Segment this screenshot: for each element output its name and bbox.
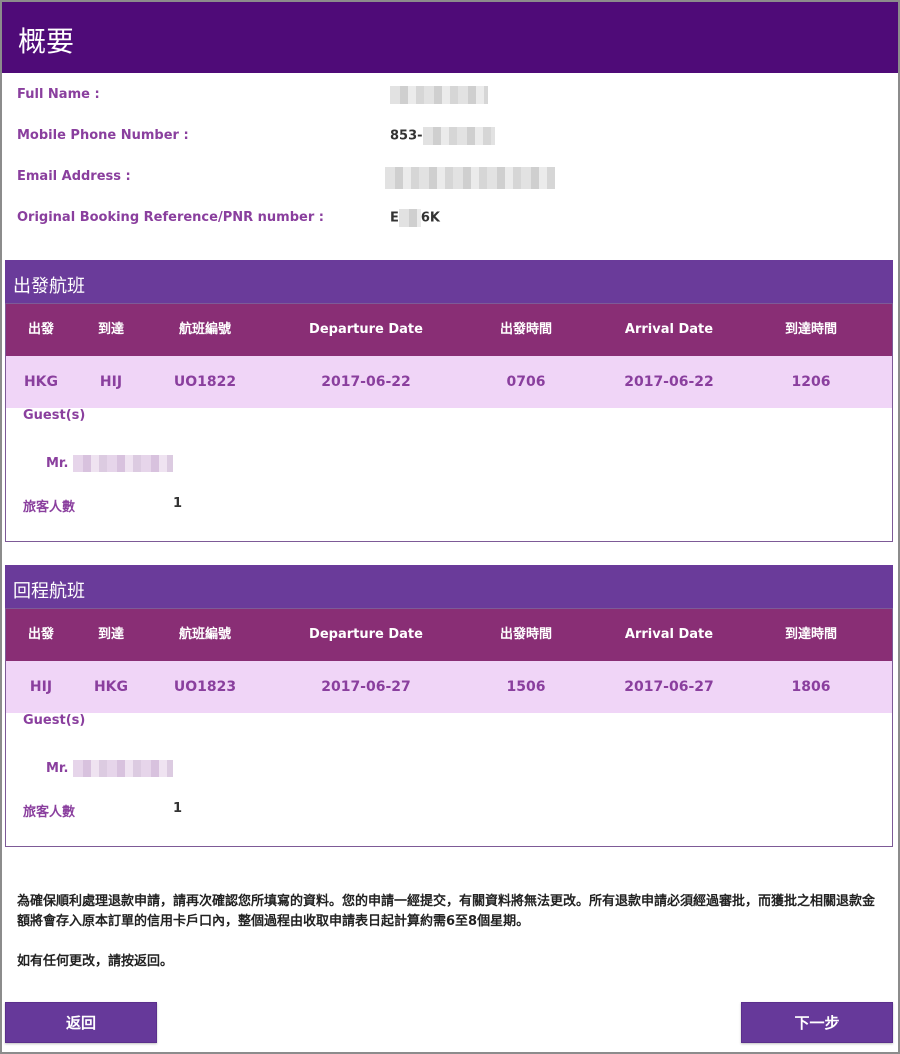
- outbound-section-header: 出發航班: [5, 260, 893, 303]
- mobile-prefix: 853-: [390, 128, 423, 144]
- mobile-value: 853-: [390, 127, 495, 145]
- inbound-flight-box: 出發 到達 航班編號 Departure Date 出發時間 Arrival D…: [5, 608, 893, 847]
- cell-flight-no: UO1823: [173, 679, 237, 695]
- col-departure-date: Departure Date: [309, 627, 423, 642]
- cell-departure-date: 2017-06-22: [321, 374, 411, 390]
- back-button[interactable]: 返回: [5, 1002, 157, 1043]
- email-value: [385, 167, 555, 189]
- page-title: 概要: [18, 25, 75, 58]
- col-departure-time: 出發時間: [499, 322, 552, 337]
- outbound-guest-name: Mr.: [46, 455, 173, 472]
- email-row: Email Address :: [17, 167, 877, 189]
- cell-arrive: HKG: [93, 679, 129, 695]
- outbound-table-header: 出發 到達 航班編號 Departure Date 出發時間 Arrival D…: [6, 304, 892, 356]
- inbound-table-header: 出發 到達 航班編號 Departure Date 出發時間 Arrival D…: [6, 609, 892, 661]
- cell-departure-date: 2017-06-27: [321, 679, 411, 695]
- col-arrival-time: 到達時間: [784, 627, 837, 642]
- pnr-row: Original Booking Reference/PNR number : …: [17, 209, 877, 230]
- page-header: 概要: [2, 2, 898, 73]
- pnr-label: Original Booking Reference/PNR number :: [17, 210, 324, 225]
- cell-arrival-date: 2017-06-22: [624, 374, 714, 390]
- mobile-label: Mobile Phone Number :: [17, 128, 189, 143]
- outbound-guests-label: Guest(s): [23, 408, 86, 423]
- col-flight-no: 航班編號: [178, 627, 231, 642]
- cell-arrive: HIJ: [99, 374, 123, 390]
- cell-depart: HIJ: [29, 679, 53, 695]
- cell-flight-no: UO1822: [173, 374, 237, 390]
- pnr-start: E: [390, 210, 399, 226]
- inbound-guest-name: Mr.: [46, 760, 173, 777]
- cell-depart: HKG: [23, 374, 59, 390]
- col-arrival-date: Arrival Date: [624, 627, 714, 642]
- mobile-row: Mobile Phone Number : 853-: [17, 127, 877, 148]
- change-notice: 如有任何更改，請按返回。: [17, 954, 174, 969]
- cell-departure-time: 0706: [506, 374, 546, 390]
- col-depart: 出發: [27, 322, 54, 337]
- guest-title: Mr.: [46, 761, 69, 776]
- email-label: Email Address :: [17, 169, 131, 184]
- inbound-count-value: 1: [173, 801, 183, 816]
- next-button[interactable]: 下一步: [741, 1002, 893, 1043]
- col-depart: 出發: [27, 627, 54, 642]
- refund-notice: 為確保順利處理退款申請，請再次確認您所填寫的資料。您的申請一經提交，有關資料將無…: [17, 894, 876, 929]
- outbound-count-value: 1: [173, 496, 183, 511]
- pnr-end: 6K: [420, 210, 441, 226]
- col-departure-time: 出發時間: [499, 627, 552, 642]
- inbound-section-title: 回程航班: [13, 581, 85, 602]
- full-name-row: Full Name :: [17, 86, 877, 107]
- inbound-table-row: HIJ HKG UO1823 2017-06-27 1506 2017-06-2…: [6, 661, 892, 713]
- guest-title: Mr.: [46, 456, 69, 471]
- cell-departure-time: 1506: [506, 679, 546, 695]
- inbound-section-header: 回程航班: [5, 565, 893, 608]
- col-departure-date: Departure Date: [309, 322, 423, 337]
- pnr-value: E 6K: [390, 209, 440, 227]
- cell-arrival-time: 1206: [791, 374, 831, 390]
- cell-arrival-date: 2017-06-27: [624, 679, 714, 695]
- col-arrival-date: Arrival Date: [624, 322, 714, 337]
- col-arrival-time: 到達時間: [784, 322, 837, 337]
- full-name-value: [390, 86, 488, 104]
- outbound-section-title: 出發航班: [13, 276, 85, 297]
- col-arrive: 到達: [97, 322, 124, 337]
- outbound-count-label: 旅客人數: [23, 500, 76, 515]
- full-name-label: Full Name :: [17, 87, 100, 102]
- outbound-flight-box: 出發 到達 航班編號 Departure Date 出發時間 Arrival D…: [5, 303, 893, 542]
- col-flight-no: 航班編號: [178, 322, 231, 337]
- outbound-table-row: HKG HIJ UO1822 2017-06-22 0706 2017-06-2…: [6, 356, 892, 408]
- inbound-count-label: 旅客人數: [23, 805, 76, 820]
- col-arrive: 到達: [97, 627, 124, 642]
- cell-arrival-time: 1806: [791, 679, 831, 695]
- inbound-guests-label: Guest(s): [23, 713, 86, 728]
